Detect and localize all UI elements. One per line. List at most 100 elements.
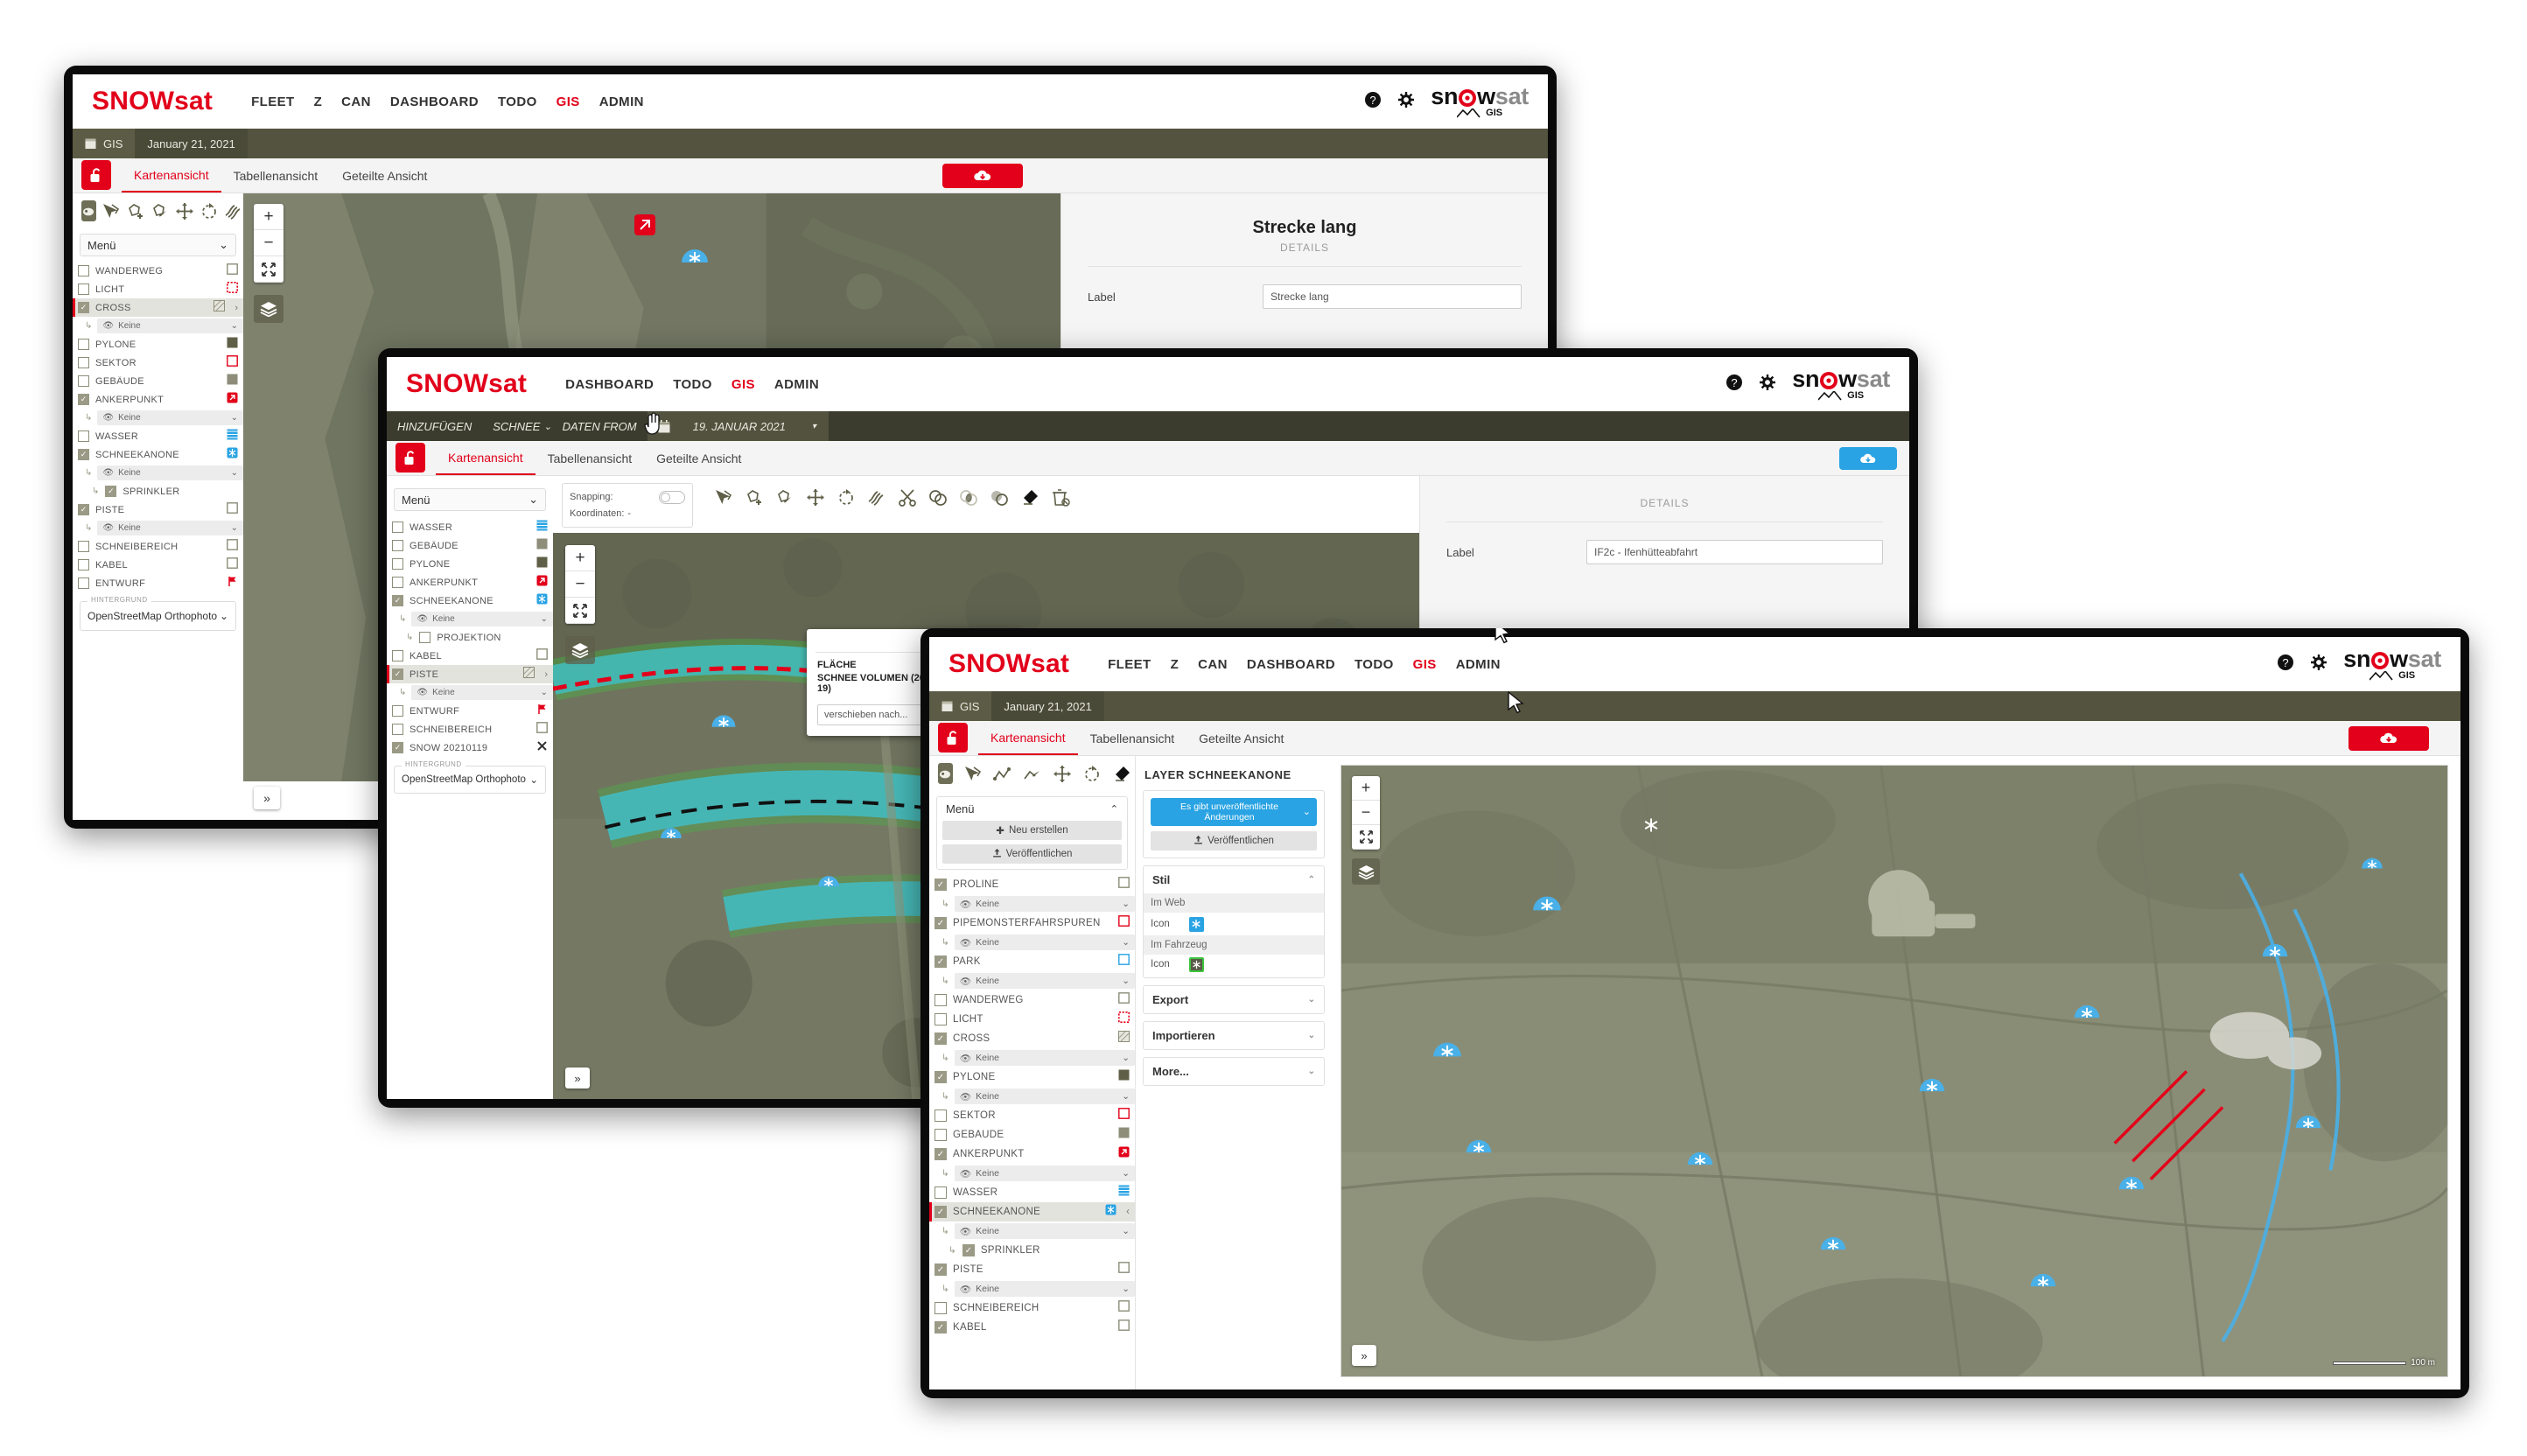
layer-filter-select[interactable]: 👁 Keine ⌄ (954, 973, 1135, 989)
w3-tab-tabellenansicht[interactable]: Tabellenansicht (1078, 721, 1187, 755)
layer-row[interactable]: ENTWURF (387, 702, 553, 720)
w3-expand-button[interactable]: » (1352, 1345, 1376, 1366)
w3-section-more[interactable]: More... ⌄ (1143, 1057, 1325, 1087)
w1-menu-select[interactable]: Menü ⌄ (80, 234, 236, 256)
layer-row[interactable]: SCHNEIBEREICH (73, 537, 243, 556)
layer-row[interactable]: ✓ ANKERPUNKT (73, 390, 243, 409)
layer-style-swatch[interactable] (536, 538, 548, 554)
layer-style-swatch[interactable] (536, 740, 548, 756)
checkbox-icon[interactable] (392, 540, 403, 551)
w3-module-chip[interactable]: GIS (929, 691, 992, 721)
checkbox-icon[interactable] (934, 994, 947, 1006)
layer-filter-select[interactable]: 👁 Keine ⌄ (411, 685, 553, 700)
layer-row[interactable]: SEKTOR (73, 354, 243, 372)
layer-style-swatch[interactable] (536, 721, 548, 738)
layer-filter-select[interactable]: 👁 Keine ⌄ (97, 410, 243, 425)
checkbox-icon[interactable] (934, 1129, 947, 1141)
w1-module-chip[interactable]: GIS (73, 129, 136, 158)
layer-row[interactable]: ✓ PROLINE (929, 875, 1135, 894)
layer-row[interactable]: ✓ PYLONE (929, 1068, 1135, 1087)
layer-row[interactable]: WASSER (929, 1183, 1135, 1202)
move-tool[interactable] (1053, 763, 1072, 784)
intersect-tool[interactable] (957, 486, 980, 508)
layer-filter-select[interactable]: 👁 Keine ⌄ (954, 1281, 1135, 1297)
layer-style-swatch[interactable] (1118, 1185, 1130, 1200)
w1-nav-z[interactable]: Z (314, 94, 323, 109)
w3-section-importieren[interactable]: Importieren ⌄ (1143, 1021, 1325, 1051)
layer-filter-select[interactable]: 👁 Keine ⌄ (97, 318, 243, 333)
pan-tool[interactable] (81, 200, 96, 221)
layer-style-swatch[interactable] (227, 354, 238, 371)
checkbox-icon[interactable] (78, 430, 89, 442)
w1-background-box[interactable]: HINTERGRUND OpenStreetMap Orthophoto ⌄ (80, 596, 236, 631)
layer-style-swatch[interactable] (227, 392, 238, 408)
checkbox-icon[interactable] (78, 578, 89, 589)
layer-style-swatch[interactable] (536, 593, 548, 609)
w2-menu-select[interactable]: Menü ⌄ (394, 488, 546, 511)
layer-style-swatch[interactable] (227, 337, 238, 353)
layer-filter-select[interactable]: 👁 Keine ⌄ (954, 1088, 1135, 1104)
expand-chevron-icon[interactable]: › (234, 303, 238, 313)
layer-style-swatch[interactable] (227, 556, 238, 573)
cut-tool[interactable] (896, 486, 919, 508)
layer-style-swatch[interactable] (1117, 1030, 1130, 1046)
w3-nav-fleet[interactable]: FLEET (1108, 657, 1152, 672)
checkbox-checked-icon[interactable]: ✓ (392, 668, 403, 680)
w2-tab-tabellenansicht[interactable]: Tabellenansicht (536, 441, 645, 475)
layer-filter-select[interactable]: 👁 Keine ⌄ (954, 1166, 1135, 1181)
checkbox-icon[interactable] (392, 650, 403, 662)
layer-style-swatch[interactable] (1118, 954, 1130, 970)
select-tool[interactable] (963, 763, 983, 784)
layer-row[interactable]: ✓ SCHNEEKANONE (387, 592, 553, 610)
w1-zoom-out-button[interactable]: − (254, 230, 284, 256)
layer-row[interactable]: LICHT (73, 280, 243, 298)
checkbox-icon[interactable] (934, 1302, 947, 1314)
w1-nav-gis[interactable]: GIS (556, 94, 580, 109)
difference-tool[interactable] (988, 486, 1011, 508)
layer-row[interactable]: ANKERPUNKT (387, 573, 553, 592)
checkbox-checked-icon[interactable]: ✓ (392, 742, 403, 753)
w1-nav-todo[interactable]: TODO (498, 94, 537, 109)
w3-publish-button[interactable]: Veröffentlichen (942, 844, 1122, 864)
checkbox-checked-icon[interactable]: ✓ (934, 878, 947, 891)
w2-zoom-controls[interactable]: + − (565, 545, 595, 625)
layer-row[interactable]: WANDERWEG (929, 990, 1135, 1010)
layer-row[interactable]: WASSER (387, 518, 553, 536)
layer-style-swatch[interactable] (227, 281, 238, 298)
checkbox-icon[interactable] (78, 265, 89, 276)
help-circle-icon[interactable]: ? (1364, 91, 1382, 113)
layer-row[interactable]: GEBÄUDE (73, 372, 243, 390)
layer-filter-select[interactable]: 👁 Keine ⌄ (954, 1223, 1135, 1239)
layer-row[interactable]: ✓ KABEL (929, 1318, 1135, 1337)
layer-row[interactable]: WANDERWEG (73, 262, 243, 280)
layer-row[interactable]: SCHNEIBEREICH (929, 1298, 1135, 1318)
checkbox-icon[interactable] (78, 375, 89, 387)
w3-panel-publish-button[interactable]: Veröffentlichen (1151, 831, 1317, 851)
layer-style-swatch[interactable] (1118, 877, 1130, 892)
layer-style-swatch[interactable] (1118, 1127, 1130, 1143)
layer-filter-select[interactable]: 👁 Keine ⌄ (954, 934, 1135, 950)
snowflake-icon[interactable] (1188, 916, 1204, 932)
w2-nav-todo[interactable]: TODO (673, 377, 712, 392)
w3-brand[interactable]: SNOWsat (948, 649, 1069, 679)
layer-style-swatch[interactable] (227, 429, 238, 444)
layer-style-swatch[interactable] (1118, 1012, 1130, 1027)
rotate-tool[interactable] (1082, 763, 1102, 784)
layer-row[interactable]: GEBÄUDE (387, 536, 553, 555)
w3-date-chip[interactable]: January 21, 2021 (991, 691, 1104, 721)
w1-tab-kartenansicht[interactable]: Kartenansicht (122, 158, 221, 192)
w2-lock-button[interactable] (396, 443, 425, 472)
layer-style-swatch[interactable] (213, 299, 226, 316)
w3-map[interactable]: + − » 100 m (1340, 765, 2448, 1377)
layer-row[interactable]: ↳ PROJEKTION (387, 628, 553, 647)
layer-row[interactable]: ↳ ✓ SPRINKLER (929, 1241, 1135, 1260)
layer-row[interactable]: PYLONE (73, 335, 243, 354)
layer-row[interactable]: ✓ PISTE (929, 1260, 1135, 1279)
w1-expand-button[interactable]: » (254, 787, 280, 809)
w3-section-importieren-header[interactable]: Importieren ⌄ (1144, 1022, 1324, 1049)
checkbox-icon[interactable] (392, 522, 403, 533)
w2-date-select[interactable]: 19. JANUAR 2021 ▾ (680, 411, 829, 441)
w3-zoom-in-button[interactable]: + (1352, 776, 1380, 801)
checkbox-checked-icon[interactable]: ✓ (934, 1321, 947, 1334)
layer-row[interactable]: ✓ SNOW 20210119 (387, 738, 553, 757)
